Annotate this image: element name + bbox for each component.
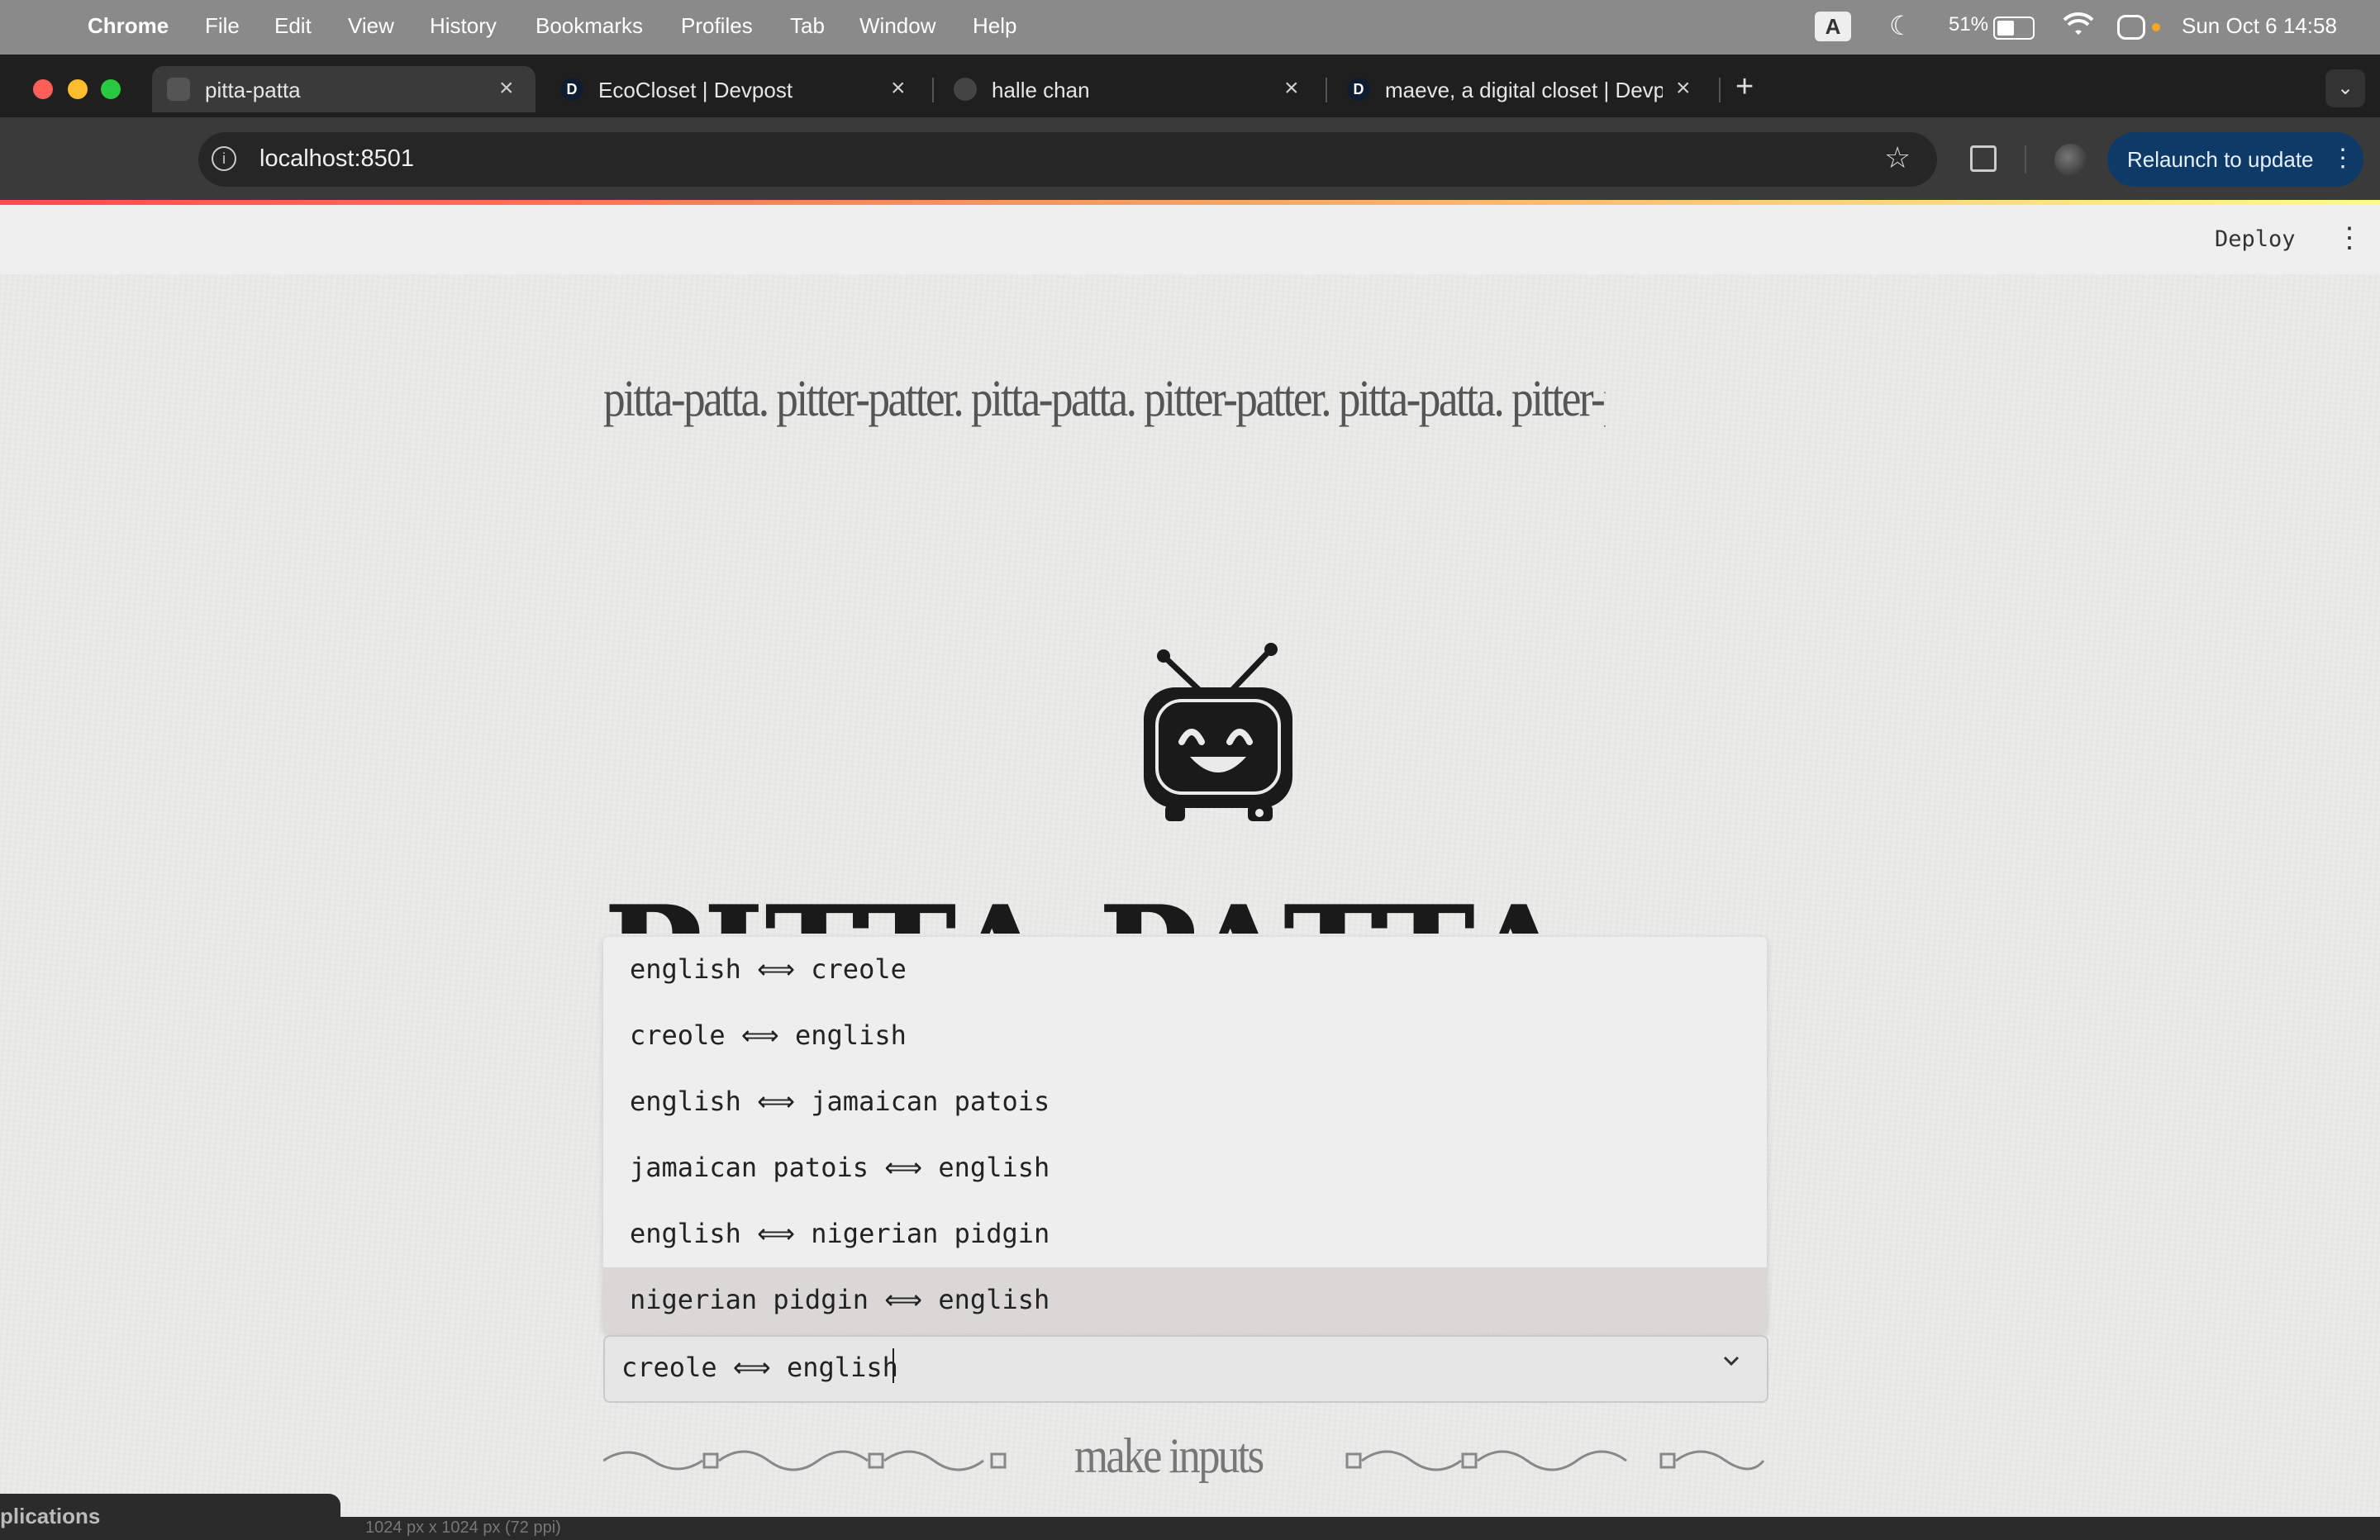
battery-percent: 51% (1949, 13, 1989, 36)
translation-direction-dropdown-menu: english ⟺ creole creole ⟺ english englis… (603, 937, 1767, 1333)
close-tab-icon[interactable]: × (499, 74, 514, 102)
option-label: english ⟺ jamaican patois (630, 1086, 1050, 1117)
right-ornament-divider (1344, 1444, 1765, 1481)
chevron-down-icon[interactable] (1721, 1350, 1742, 1376)
macos-menu-bar: Chrome File Edit View History Bookmarks … (0, 0, 2380, 55)
relaunch-label: Relaunch to update (2127, 147, 2314, 172)
more-options-icon: ⋮ (2330, 145, 2355, 172)
menu-bookmarks[interactable]: Bookmarks (536, 13, 643, 39)
menu-history[interactable]: History (430, 13, 497, 39)
option-label: jamaican patois ⟺ english (630, 1152, 1050, 1183)
relaunch-to-update-button[interactable]: Relaunch to update ⋮ (2107, 132, 2363, 187)
option-label: creole ⟺ english (630, 1020, 907, 1051)
tab-favicon-icon (167, 78, 190, 101)
new-tab-icon[interactable]: + (1735, 69, 1754, 105)
dropdown-option-creole-english[interactable]: creole ⟺ english (603, 1003, 1767, 1069)
tab-separator (1326, 78, 1327, 102)
menu-file[interactable]: File (205, 13, 240, 39)
tab-title: pitta-patta (205, 78, 301, 102)
tab-separator (932, 78, 934, 102)
menu-window[interactable]: Window (859, 13, 935, 39)
battery-icon[interactable] (1993, 17, 2035, 40)
tab-title: halle chan (992, 78, 1090, 102)
deploy-button[interactable]: Deploy (2215, 226, 2296, 252)
profile-avatar[interactable] (2054, 144, 2087, 177)
address-bar[interactable] (198, 132, 1937, 187)
recording-dot (2152, 23, 2160, 31)
tv-mascot-icon (1132, 641, 1306, 835)
control-center-icon[interactable] (2117, 15, 2145, 40)
tab-pitta-patta[interactable]: pitta-patta × (152, 66, 536, 112)
url-text[interactable]: localhost:8501 (259, 145, 414, 173)
main-menu-icon[interactable]: ⋮ (2335, 221, 2363, 254)
dropdown-option-nigerian-pidgin-english[interactable]: nigerian pidgin ⟺ english (603, 1267, 1767, 1333)
app-title-heading: PITTA PATTA (603, 901, 1768, 934)
tab-title: maeve, a digital closet | Devpost (1385, 78, 1663, 102)
option-label: nigerian pidgin ⟺ english (630, 1284, 1050, 1315)
menu-app-name[interactable]: Chrome (88, 13, 169, 39)
left-ornament-divider (602, 1444, 1025, 1481)
option-label: english ⟺ creole (630, 953, 907, 985)
menu-profiles[interactable]: Profiles (681, 13, 753, 39)
menu-clock[interactable]: Sun Oct 6 14:58 (2182, 13, 2337, 39)
background-window-status-bar: 1024 px x 1024 px (72 ppi) (340, 1517, 2380, 1540)
devpost-favicon-icon: D (560, 78, 583, 101)
moon-icon[interactable]: ☾ (1889, 10, 1913, 41)
minimize-window-button[interactable] (68, 79, 88, 99)
applications-label: plications (0, 1504, 101, 1528)
tab-title: EcoCloset | Devpost (598, 78, 793, 102)
menu-edit[interactable]: Edit (274, 13, 312, 39)
dropdown-option-english-nigerian-pidgin[interactable]: english ⟺ nigerian pidgin (603, 1201, 1767, 1267)
tab-halle-chan[interactable]: halle chan × (939, 66, 1319, 112)
input-source-indicator[interactable]: A (1815, 12, 1851, 41)
extensions-puzzle-icon[interactable] (1970, 145, 1997, 172)
menu-tab[interactable]: Tab (790, 13, 825, 39)
close-tab-icon[interactable]: × (1284, 74, 1299, 102)
option-label: english ⟺ nigerian pidgin (630, 1218, 1050, 1249)
scrolling-marquee-text: pitta-patta. pitter-patter. pitta-patta.… (603, 371, 1606, 427)
tab-maeve[interactable]: D maeve, a digital closet | Devpost × (1332, 66, 1712, 112)
site-info-icon[interactable]: i (212, 146, 236, 171)
image-dimensions-text: 1024 px x 1024 px (72 ppi) (365, 1519, 561, 1537)
menu-help[interactable]: Help (973, 13, 1016, 39)
close-window-button[interactable] (33, 79, 53, 99)
toolbar-divider (2025, 145, 2026, 173)
app-header (0, 205, 2380, 274)
tab-separator (1719, 78, 1721, 102)
dropdown-option-english-creole[interactable]: english ⟺ creole (603, 937, 1767, 1003)
devpost-favicon-icon: D (1347, 78, 1370, 101)
tab-favicon-icon (954, 78, 977, 101)
dropdown-option-english-jamaican-patois[interactable]: english ⟺ jamaican patois (603, 1069, 1767, 1135)
tab-search-chevron-icon[interactable]: ⌄ (2325, 69, 2365, 107)
close-tab-icon[interactable]: × (1676, 74, 1691, 102)
close-tab-icon[interactable]: × (891, 74, 906, 102)
background-applications-panel[interactable]: plications (0, 1494, 340, 1540)
menu-view[interactable]: View (348, 13, 394, 39)
tab-ecocloset[interactable]: D EcoCloset | Devpost × (545, 66, 926, 112)
select-current-value[interactable]: creole ⟺ english (621, 1352, 898, 1383)
make-inputs-section-heading: make inputs (1074, 1428, 1264, 1483)
bookmark-star-icon[interactable]: ☆ (1884, 140, 1911, 175)
dropdown-option-jamaican-patois-english[interactable]: jamaican patois ⟺ english (603, 1135, 1767, 1201)
text-cursor (892, 1348, 894, 1383)
wifi-icon[interactable] (2063, 12, 2094, 44)
zoom-window-button[interactable] (101, 79, 121, 99)
